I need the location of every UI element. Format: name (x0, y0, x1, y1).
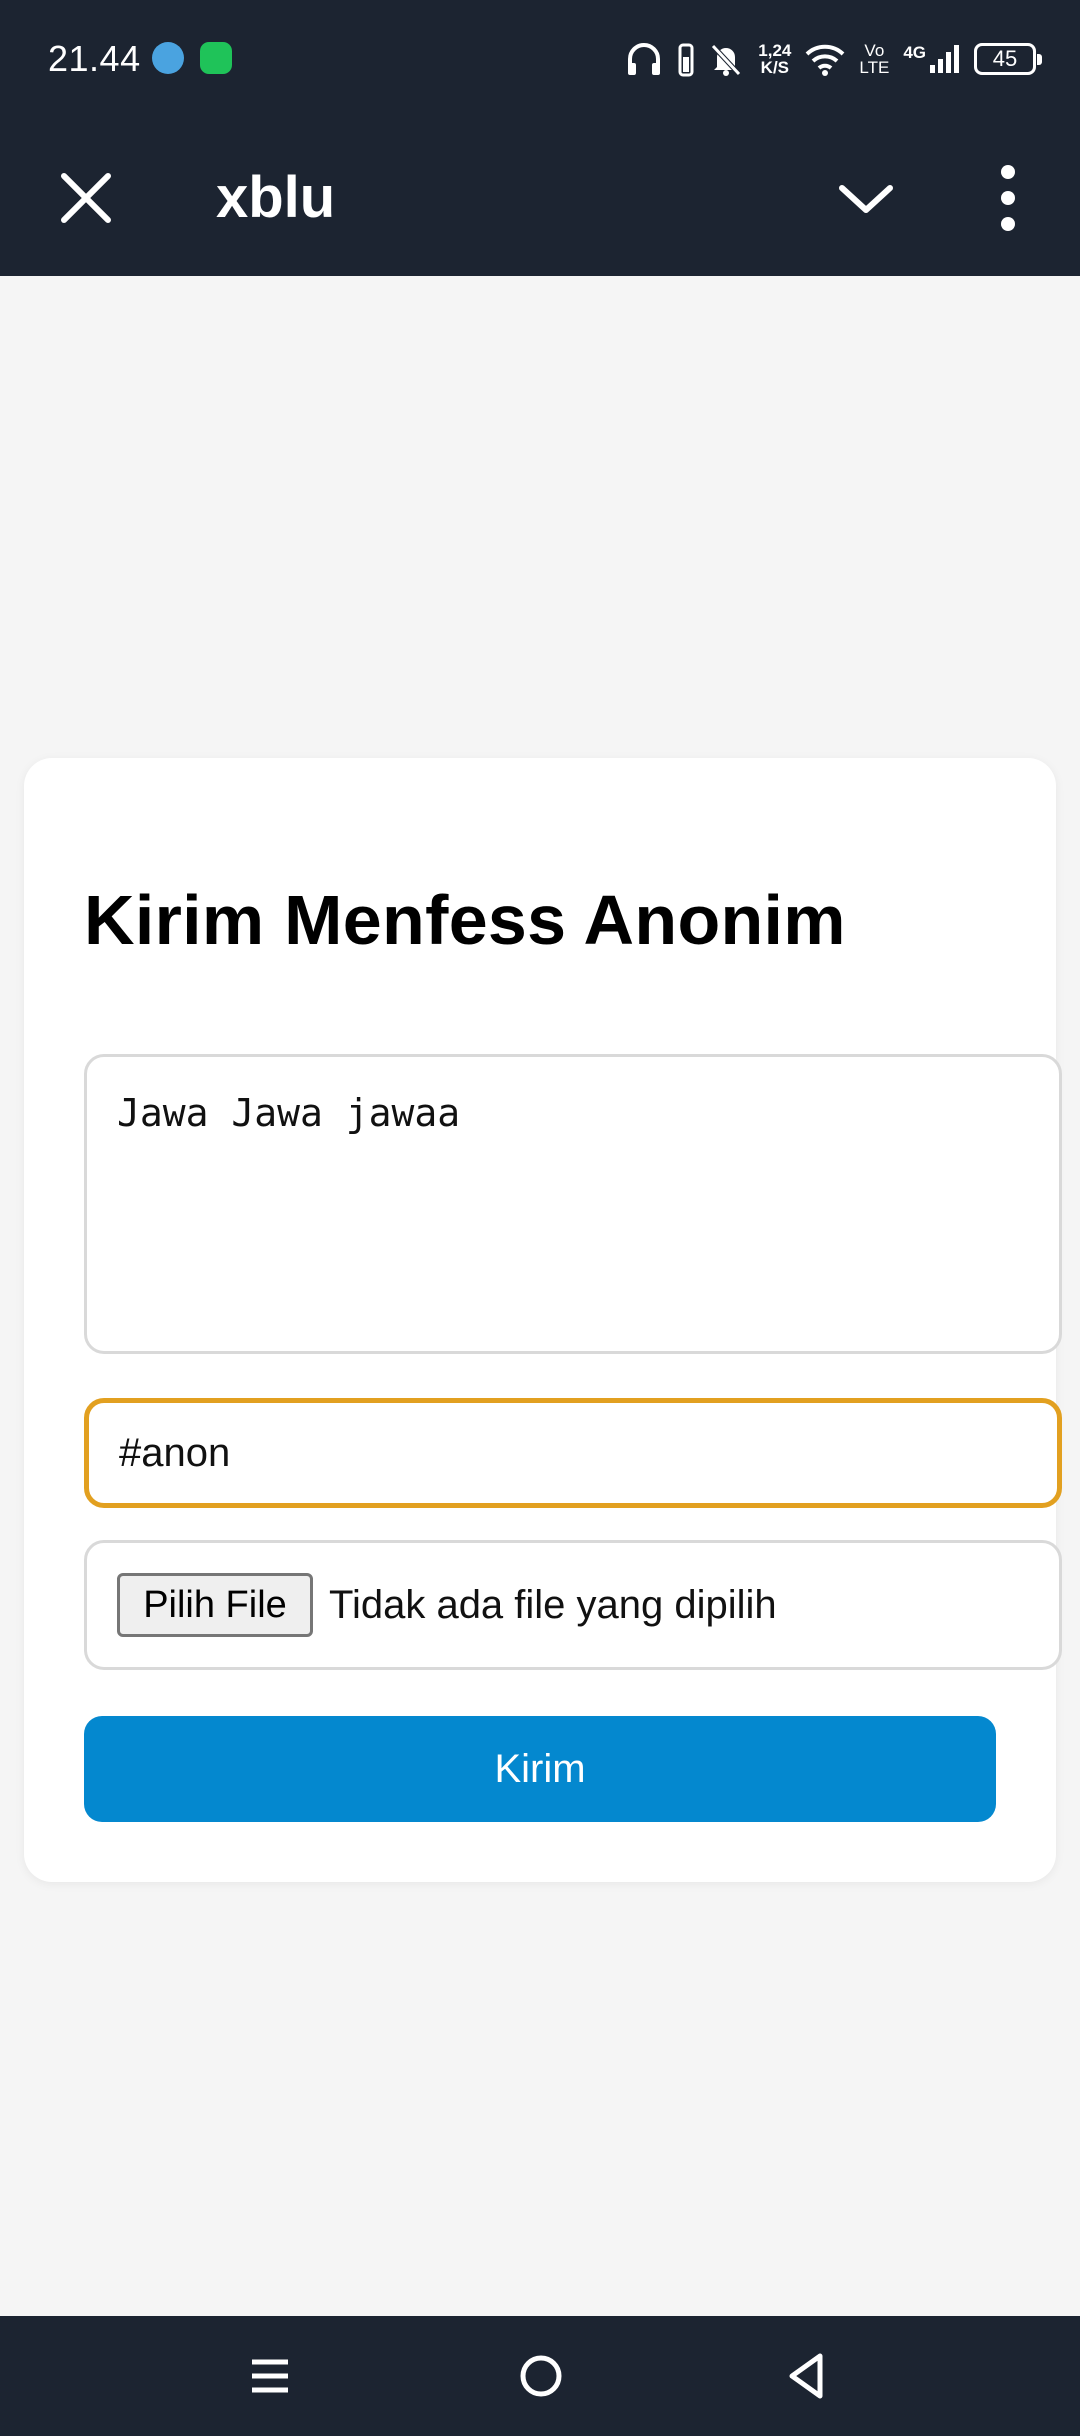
network-speed: 1,24 K/S (758, 42, 791, 76)
home-icon[interactable] (516, 2346, 566, 2406)
file-status-text: Tidak ada file yang dipilih (329, 1583, 777, 1627)
network-speed-unit: K/S (760, 58, 790, 77)
more-vertical-icon[interactable] (984, 160, 1032, 236)
telegram-icon (152, 42, 184, 74)
page-title: xblu (216, 165, 336, 230)
volte-line2: LTE (859, 58, 890, 77)
battery-icon: 45 (974, 43, 1042, 75)
submit-button[interactable]: Kirim (84, 1716, 996, 1822)
recent-apps-icon[interactable] (248, 2346, 292, 2406)
battery-saver-icon (678, 43, 694, 77)
network-type: 4G (903, 43, 926, 62)
signal-icon (930, 45, 959, 73)
tag-input[interactable] (84, 1398, 1062, 1508)
line-icon (200, 42, 232, 74)
app-bar: xblu (0, 120, 1080, 276)
file-upload-field: Pilih File Tidak ada file yang dipilih (84, 1540, 1062, 1670)
signal-indicator: 4G (903, 43, 960, 75)
volte-indicator: Vo LTE (859, 42, 889, 76)
volte-line1: Vo (864, 41, 885, 60)
status-bar: 21.44 1,24 K/S Vo LTE 4G 45 (0, 0, 1080, 120)
choose-file-button[interactable]: Pilih File (117, 1573, 313, 1637)
message-textarea[interactable]: Jawa Jawa jawaa (84, 1054, 1062, 1354)
wifi-icon (806, 44, 845, 76)
status-time: 21.44 (48, 38, 141, 79)
status-icons: 1,24 K/S Vo LTE 4G 45 (624, 34, 1042, 84)
network-speed-value: 1,24 (758, 41, 792, 60)
battery-level: 45 (992, 46, 1018, 71)
bell-muted-icon (711, 44, 742, 76)
form-title: Kirim Menfess Anonim (84, 881, 846, 959)
back-icon[interactable] (784, 2346, 828, 2406)
close-icon[interactable] (56, 168, 116, 228)
chevron-down-icon[interactable] (836, 168, 896, 228)
headphones-icon (628, 43, 661, 75)
navigation-bar (0, 2316, 1080, 2436)
